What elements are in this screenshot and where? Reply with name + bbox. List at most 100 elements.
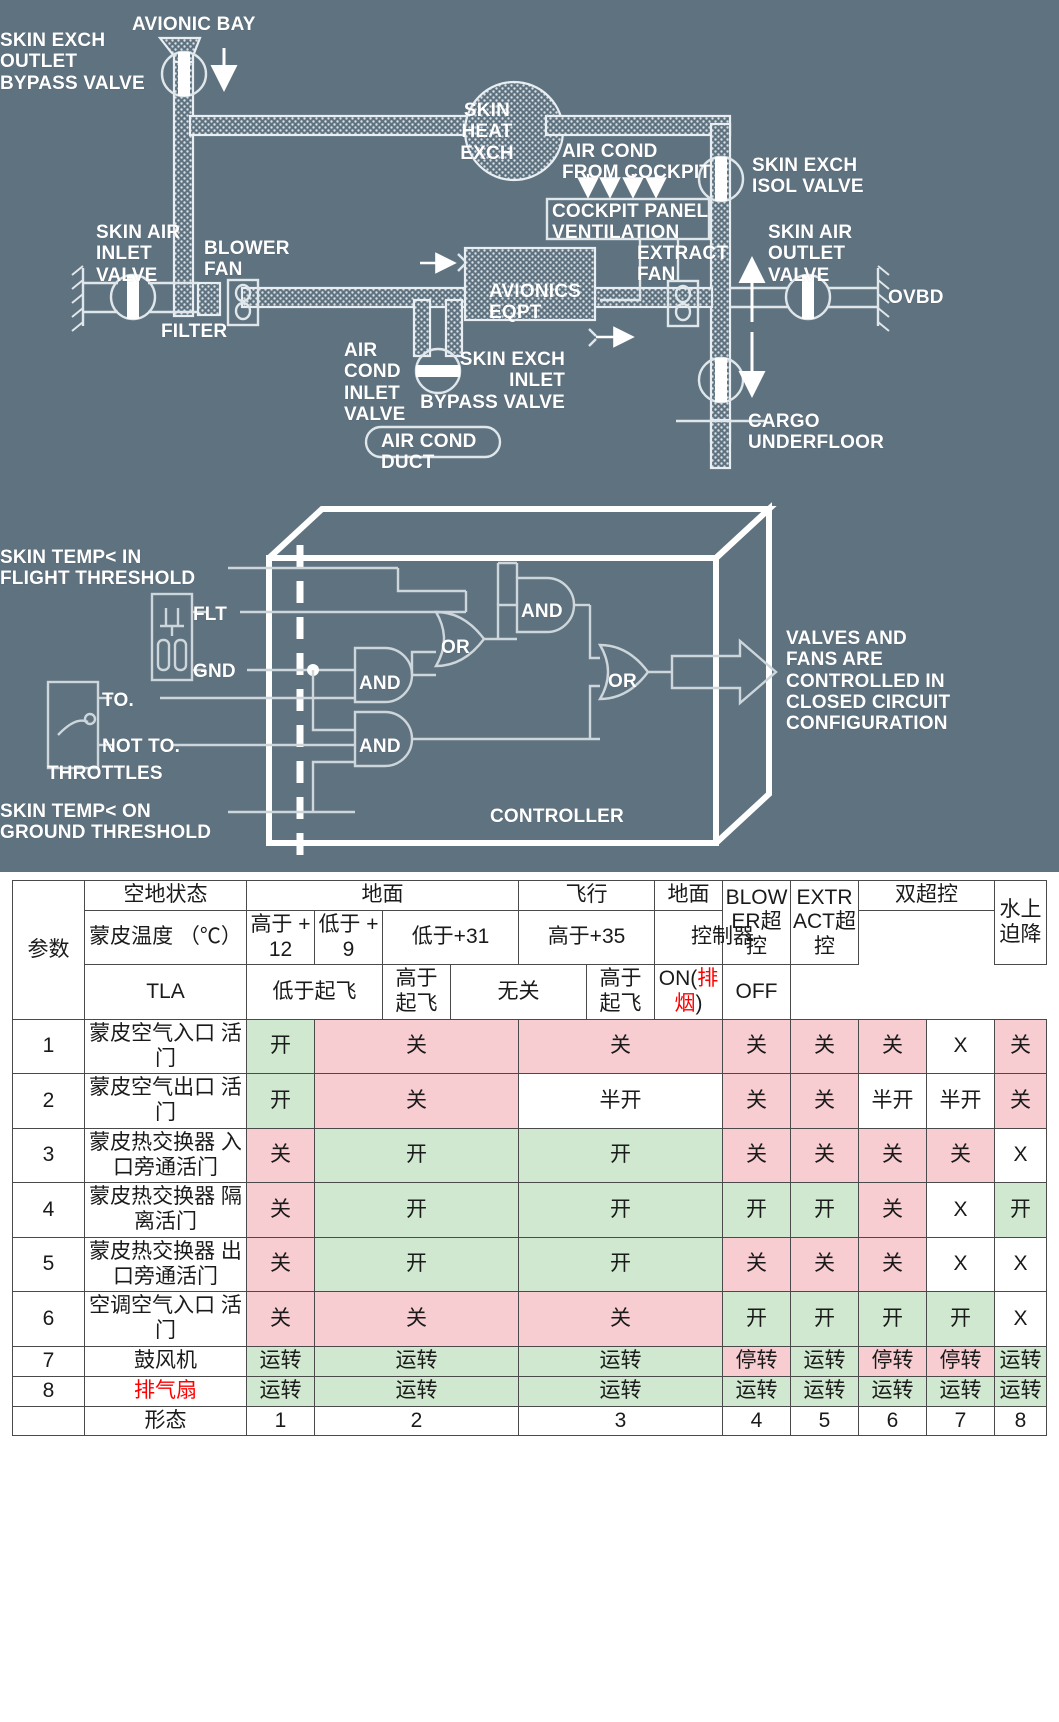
schematic-label-and-gate-1: AND (359, 673, 401, 694)
row-value-cell: 关 (858, 1018, 927, 1075)
schematic-label-filter: FILTER (161, 321, 228, 342)
row-index: 4 (12, 1182, 85, 1238)
row-value-cell: 关 (722, 1018, 791, 1075)
header-above-35: 高于+35 (518, 909, 655, 966)
row-value-cell: 开 (314, 1127, 519, 1184)
footer-config-number: 6 (858, 1405, 927, 1437)
schematic-label-controller: CONTROLLER (490, 806, 624, 827)
row-value-cell: 运转 (314, 1346, 519, 1377)
schematic-label-and-gate-3: AND (521, 601, 563, 622)
row-value-cell: 开 (722, 1182, 791, 1238)
header-above-takeoff-a: 高于 起飞 (382, 964, 451, 1020)
schematic-label-flt-input: FLT (193, 604, 228, 625)
schematic-label-ovbd: OVBD (888, 287, 944, 308)
schematic-label-skin-heat-exch: SKIN HEAT EXCH (460, 100, 514, 164)
row-value-cell: 开 (926, 1291, 995, 1348)
row-value-cell: 停转 (858, 1346, 927, 1377)
row-value-cell: 开 (518, 1127, 723, 1184)
row-value-cell: 运转 (314, 1375, 519, 1407)
row-name: 蒙皮热交换器 入口旁通活门 (84, 1127, 247, 1184)
configuration-table: 参数 空地状态 地面 飞行 地面 BLOWER超控 EXTRACT超控 双超控 水上 迫降 蒙皮温… (12, 879, 1047, 1437)
row-value-cell: 开 (790, 1291, 859, 1348)
row-index: 3 (12, 1127, 85, 1184)
row-value-cell: 半开 (518, 1073, 723, 1129)
schematic-label-avionics-eqpt: AVIONICS EQPT (489, 281, 582, 324)
row-index: 7 (12, 1346, 85, 1377)
footer-config-number: 8 (994, 1405, 1047, 1437)
header-above-takeoff-b: 高于 起飞 (586, 964, 655, 1020)
row-value-cell: 半开 (926, 1073, 995, 1129)
row-value-cell: 关 (246, 1127, 315, 1184)
row-index: 6 (12, 1291, 85, 1348)
header-below-9: 低于 +9 (314, 909, 383, 966)
row-value-cell: 开 (858, 1291, 927, 1348)
row-value-cell: 关 (722, 1127, 791, 1184)
row-value-cell: 关 (246, 1182, 315, 1238)
schematic-label-to-input: TO. (102, 690, 134, 711)
table-row: 5 蒙皮热交换器 出口旁通活门关开开关关关 X X (12, 1236, 1047, 1293)
schematic-label-air-cond-duct: AIR COND DUCT (381, 431, 477, 474)
schematic-label-avionic-bay: AVIONIC BAY (132, 14, 256, 35)
schematic-label-or-gate-1: OR (441, 637, 470, 658)
row-name: 空调空气入口 活门 (84, 1291, 247, 1348)
row-name: 蒙皮空气出口 活门 (84, 1073, 247, 1129)
row-value-cell: 关 (858, 1182, 927, 1238)
schematic-label-extract-fan: EXTRACT FAN (637, 243, 729, 286)
row-value-cell: 关 (722, 1073, 791, 1129)
row-value-cell: X (994, 1291, 1047, 1348)
row-value-cell: X (926, 1182, 995, 1238)
schematic-label-skin-air-inlet-valve: SKIN AIR INLET VALVE (96, 222, 181, 286)
row-value-cell: 关 (246, 1291, 315, 1348)
schematic-label-and-gate-2: AND (359, 736, 401, 757)
schematic-label-skin-exch-outlet-bypass-valve: SKIN EXCH OUTLET BYPASS VALVE (0, 30, 145, 94)
table-row: 1 蒙皮空气入口 活门开关关关关关 X 关 (12, 1018, 1047, 1075)
row-value-cell: 关 (518, 1291, 723, 1348)
row-value-cell: 开 (314, 1182, 519, 1238)
table-header-row-1: 参数 空地状态 地面 飞行 地面 BLOWER超控 EXTRACT超控 双超控 水上 迫降 (12, 879, 1047, 1020)
footer-config-number: 5 (790, 1405, 859, 1437)
row-value-cell: X (994, 1236, 1047, 1293)
row-value-cell: 运转 (790, 1346, 859, 1377)
row-value-cell: 关 (314, 1291, 519, 1348)
footer-config-number: 7 (926, 1405, 995, 1437)
row-value-cell: 开 (314, 1236, 519, 1293)
row-value-cell: 开 (994, 1182, 1047, 1238)
row-value-cell: 停转 (926, 1346, 995, 1377)
configuration-table-wrap: 参数 空地状态 地面 飞行 地面 BLOWER超控 EXTRACT超控 双超控 水上 迫降 蒙皮温… (0, 872, 1059, 1722)
row-value-cell: 开 (722, 1291, 791, 1348)
header-below-31: 低于+31 (382, 909, 519, 966)
row-value-cell: 关 (314, 1073, 519, 1129)
table-row: 8 排气扇 运转 运转 运转 运转 运转 运转 运转 运转 (12, 1375, 1047, 1407)
row-value-cell: 关 (790, 1018, 859, 1075)
schematic-label-cockpit-panel-ventilation: COCKPIT PANEL VENTILATION (552, 201, 709, 244)
row-name: 蒙皮热交换器 出口旁通活门 (84, 1236, 247, 1293)
row-value-cell: 关 (518, 1018, 723, 1075)
header-flight: 飞行 (518, 880, 655, 911)
on-smoke-red-text: 排烟 (674, 967, 719, 1016)
schematic-label-skin-temp-in-flight-threshold: SKIN TEMP< IN FLIGHT THRESHOLD (0, 547, 196, 590)
header-tla: TLA (84, 964, 247, 1020)
row-value-cell: X (994, 1127, 1047, 1184)
header-controller-off: OFF (722, 964, 791, 1020)
schematic-label-cargo-underfloor: CARGO UNDERFLOOR (748, 411, 885, 454)
row-value-cell: 运转 (790, 1375, 859, 1407)
row-value-cell: 关 (858, 1236, 927, 1293)
header-skin-temp: 蒙皮温度 （℃） (84, 909, 247, 966)
row-value-cell: 关 (722, 1236, 791, 1293)
header-above-12: 高于 +12 (246, 909, 315, 966)
row-value-cell: 关 (790, 1236, 859, 1293)
header-irrelevant: 无关 (450, 964, 587, 1020)
header-param-label: 参数 (12, 880, 85, 1020)
row-value-cell: 运转 (518, 1346, 723, 1377)
header-dual-override: 双超控 (858, 880, 995, 911)
schematic-label-valves-and-fans-note: VALVES AND FANS ARE CONTROLLED IN CLOSED… (786, 628, 951, 735)
table-footer-row: 形态 1 2 3 4 5 6 7 8 (12, 1405, 1047, 1437)
header-ditching: 水上 迫降 (994, 879, 1047, 966)
row-value-cell: 运转 (994, 1346, 1047, 1377)
row-value-cell: 运转 (994, 1375, 1047, 1407)
row-value-cell: 关 (246, 1236, 315, 1293)
row-value-cell: 运转 (722, 1375, 791, 1407)
row-value-cell: X (926, 1236, 995, 1293)
row-index: 1 (12, 1018, 85, 1075)
header-air-ground-state: 空地状态 (84, 880, 247, 911)
